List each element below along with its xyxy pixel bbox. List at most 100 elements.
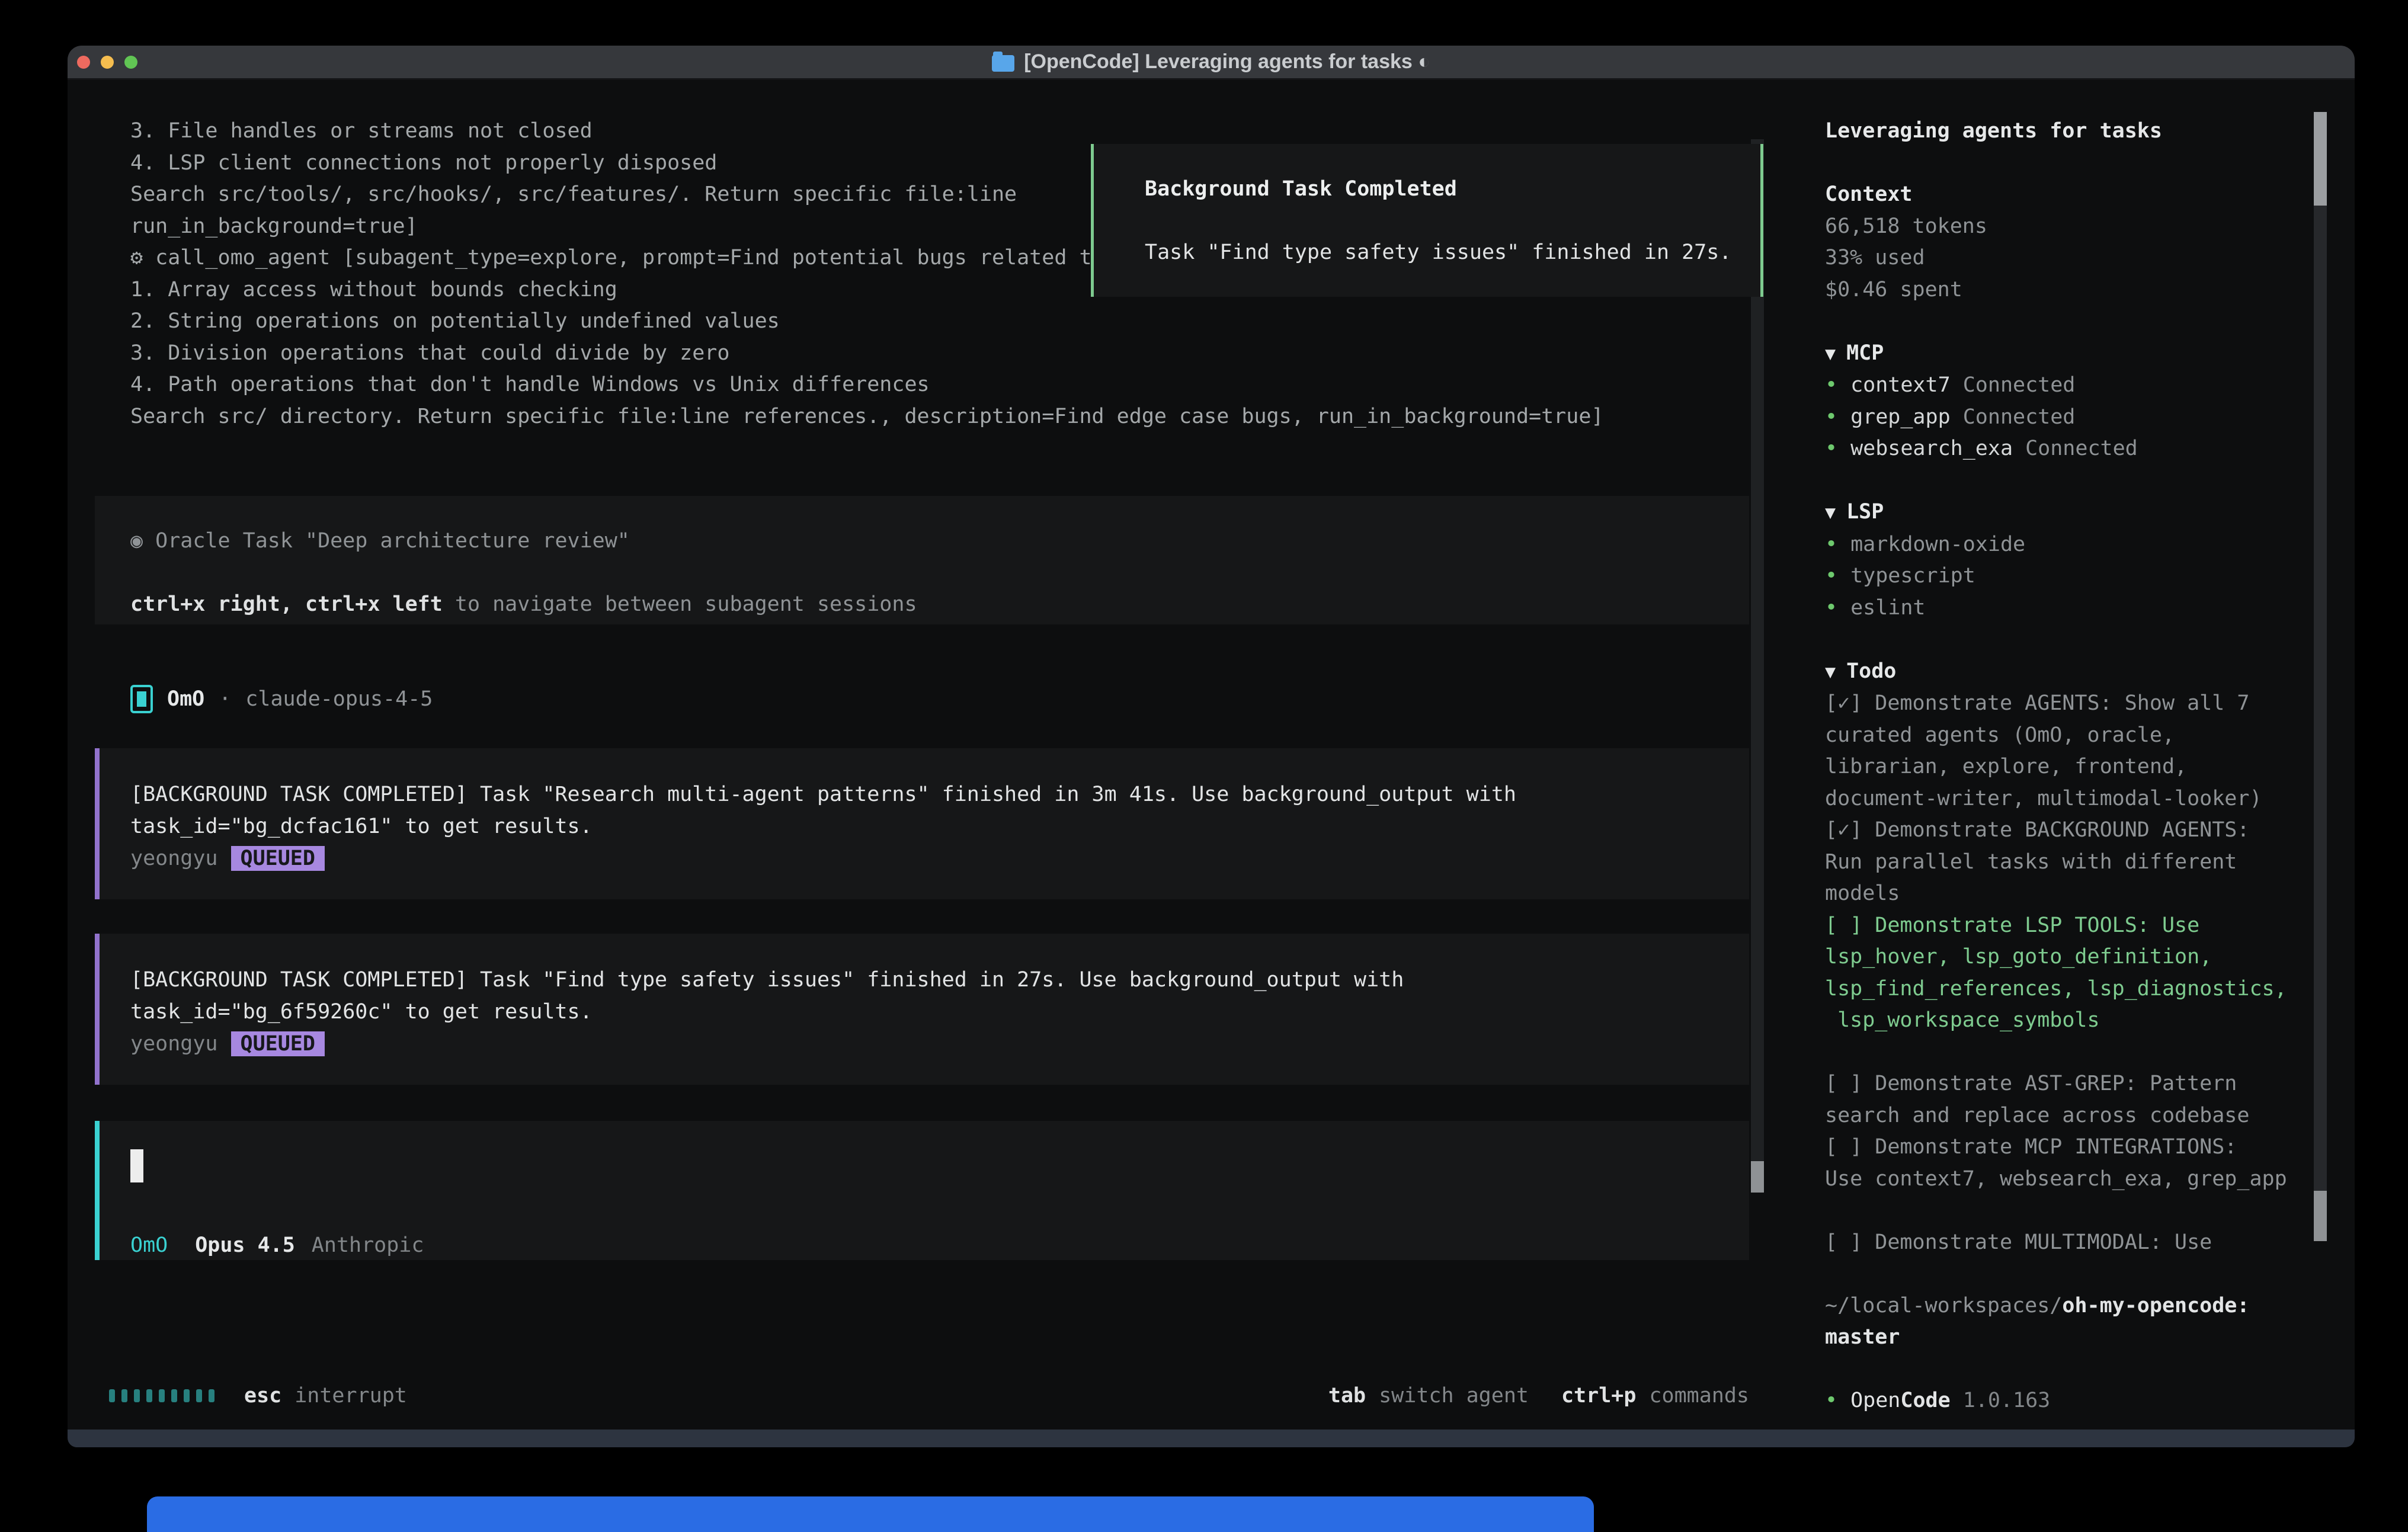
status-dot-icon: • (1825, 596, 1837, 620)
todo-line: librarian, explore, frontend, (1825, 751, 2313, 783)
context-tokens: 66,518 tokens (1825, 211, 2313, 243)
task-user: yeongyu (130, 847, 218, 870)
todo-section-header[interactable]: ▼Todo (1825, 656, 2313, 688)
desktop: [OpenCode] Leveraging agents for tasks ◐… (0, 0, 2408, 1532)
progress-dots-icon (109, 1389, 214, 1402)
todo-line: curated agents (OmO, oracle, (1825, 720, 2313, 752)
zoom-button[interactable] (124, 56, 137, 69)
todo-line: Run parallel tasks with different (1825, 847, 2313, 879)
mcp-item: •context7 Connected (1825, 370, 2313, 402)
opencode-window: [OpenCode] Leveraging agents for tasks ◐… (68, 46, 2355, 1447)
lsp-item: •markdown-oxide (1825, 529, 2313, 561)
status-dot-icon: • (1825, 533, 1837, 556)
collapse-triangle-icon: ▼ (1825, 344, 1836, 364)
lsp-item: •typescript (1825, 560, 2313, 592)
transcript-scrollbar[interactable] (1751, 139, 1764, 1193)
queued-badge: QUEUED (231, 1031, 325, 1056)
mcp-item: •grep_app Connected (1825, 402, 2313, 434)
agent-name: OmO (167, 687, 204, 711)
status-dot-icon: • (1825, 437, 1837, 460)
lsp-item: •eslint (1825, 592, 2313, 624)
notification-title: Background Task Completed (1145, 174, 1760, 206)
mcp-item: •websearch_exa Connected (1825, 433, 2313, 465)
todo-line: [ ] Demonstrate AST-GREP: Pattern (1825, 1068, 2313, 1100)
todo-line: [ ] Demonstrate MULTIMODAL: Use (1825, 1227, 2313, 1259)
todo-line-active: lsp_find_references, lsp_diagnostics, (1825, 973, 2313, 1005)
lsp-section-header[interactable]: ▼LSP (1825, 496, 2313, 529)
task-user: yeongyu (130, 1032, 218, 1056)
hint-text: to navigate between subagent sessions (443, 592, 917, 616)
workspace-path: ~/local-workspaces/oh-my-opencode: (1825, 1290, 2313, 1322)
todo-line: models (1825, 878, 2313, 910)
background-task-message[interactable]: [BACKGROUND TASK COMPLETED] Task "Find t… (95, 934, 1749, 1085)
status-dot-icon: • (1825, 564, 1837, 588)
esc-key-label: interrupt (294, 1384, 407, 1408)
text-cursor (130, 1149, 143, 1182)
git-branch: master (1825, 1322, 2313, 1354)
sidebar-scrollbar-thumb-bottom[interactable] (2314, 1191, 2327, 1241)
transcript-scrollbar-thumb[interactable] (1751, 1161, 1764, 1193)
window-title: [OpenCode] Leveraging agents for tasks ◐ (1024, 50, 1430, 73)
context-heading: Context (1825, 179, 2313, 211)
session-title: Leveraging agents for tasks (1825, 116, 2313, 148)
sidebar-scrollbar-thumb[interactable] (2314, 112, 2327, 206)
todo-line: [ ] Demonstrate MCP INTEGRATIONS: (1825, 1132, 2313, 1164)
status-dot-icon: • (1825, 373, 1837, 397)
mcp-section-header[interactable]: ▼MCP (1825, 338, 2313, 370)
model-status-line: OmO Opus 4.5 Anthropic (130, 1233, 1749, 1257)
opencode-version: •OpenCode 1.0.163 (1825, 1385, 2313, 1417)
todo-line: Use context7, websearch_exa, grep_app (1825, 1164, 2313, 1196)
repo-name: oh-my-opencode: (2062, 1294, 2249, 1318)
session-sidebar: Leveraging agents for tasks Context 66,5… (1806, 78, 2313, 1417)
separator-dot: · (219, 687, 231, 711)
oracle-task-title: ◉ Oracle Task "Deep architecture review" (130, 525, 1749, 557)
dock-bar[interactable] (147, 1496, 1594, 1532)
titlebar[interactable]: [OpenCode] Leveraging agents for tasks ◐ (68, 46, 2355, 80)
record-icon: ◉ (130, 529, 143, 553)
input-agent-name: OmO (130, 1233, 168, 1257)
hint-keys: ctrl+x right, ctrl+x left (130, 592, 443, 616)
subagent-nav-hint: ctrl+x right, ctrl+x left to navigate be… (130, 589, 1749, 621)
transcript-line: 2. String operations on potentially unde… (130, 306, 1749, 338)
todo-line-active: lsp_workspace_symbols (1825, 1005, 2313, 1037)
status-bar: esc interrupt tab switch agent ctrl+p co… (68, 1380, 1749, 1411)
todo-line: [✓] Demonstrate BACKGROUND AGENTS: (1825, 815, 2313, 847)
context-spent: $0.46 spent (1825, 274, 2313, 306)
oracle-task-card[interactable]: ◉ Oracle Task "Deep architecture review"… (95, 496, 1749, 624)
background-task-message[interactable]: [BACKGROUND TASK COMPLETED] Task "Resear… (95, 748, 1749, 899)
path-prefix: ~/local-workspaces/ (1825, 1294, 2062, 1318)
background-task-notification[interactable]: Background Task Completed Task "Find typ… (1091, 144, 1763, 297)
tab-key-hint: tab (1328, 1384, 1366, 1408)
transcript-line: 3. Division operations that could divide… (130, 338, 1749, 370)
sidebar-scrollbar[interactable] (2314, 112, 2327, 1241)
todo-line: document-writer, multimodal-looker) (1825, 783, 2313, 815)
todo-line-active: lsp_hover, lsp_goto_definition, (1825, 941, 2313, 973)
agent-omo-icon (130, 685, 153, 713)
close-button[interactable] (77, 56, 90, 69)
queued-badge: QUEUED (231, 846, 325, 871)
folder-icon (992, 55, 1014, 72)
collapse-triangle-icon: ▼ (1825, 502, 1836, 523)
ctrlp-key-hint: ctrl+p (1561, 1384, 1636, 1408)
task-message-line: task_id="bg_dcfac161" to get results. (130, 811, 1749, 843)
esc-key-hint: esc (244, 1384, 281, 1408)
transcript-line: 3. File handles or streams not closed (130, 116, 1749, 148)
status-dot-icon: • (1825, 1389, 1837, 1412)
prompt-input[interactable]: OmO Opus 4.5 Anthropic (95, 1121, 1749, 1260)
agent-model: claude-opus-4-5 (245, 687, 433, 711)
todo-line: [✓] Demonstrate AGENTS: Show all 7 (1825, 688, 2313, 720)
status-dot-icon: • (1825, 405, 1837, 429)
task-message-line: [BACKGROUND TASK COMPLETED] Task "Resear… (130, 779, 1749, 811)
task-message-line: [BACKGROUND TASK COMPLETED] Task "Find t… (130, 964, 1749, 996)
context-used: 33% used (1825, 242, 2313, 274)
collapse-triangle-icon: ▼ (1825, 662, 1836, 682)
gear-icon: ⚙ (130, 246, 143, 270)
input-model-name: Opus 4.5 (195, 1233, 295, 1257)
minimize-button[interactable] (101, 56, 114, 69)
transcript-line: 4. Path operations that don't handle Win… (130, 369, 1749, 401)
notification-body: Task "Find type safety issues" finished … (1145, 237, 1760, 269)
agent-header: OmO · claude-opus-4-5 (130, 683, 1749, 714)
task-message-line: task_id="bg_6f59260c" to get results. (130, 996, 1749, 1028)
window-bottom-bar (68, 1430, 2355, 1447)
tab-key-label: switch agent (1379, 1384, 1529, 1408)
